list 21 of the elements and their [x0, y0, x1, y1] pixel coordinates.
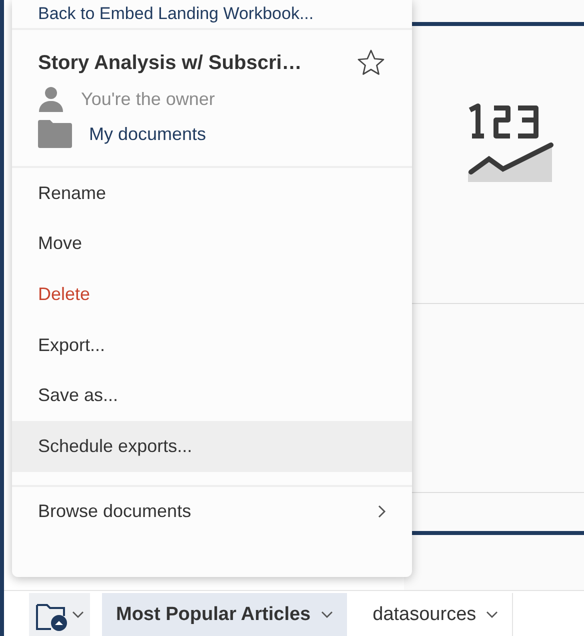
person-icon: [38, 86, 64, 112]
sheet-tab[interactable]: Most Popular Articles: [102, 593, 347, 636]
caret-icon: [72, 610, 84, 618]
star-icon[interactable]: [356, 48, 386, 78]
owner-label: You're the owner: [81, 88, 215, 110]
menu-item[interactable]: Export...: [12, 320, 412, 370]
folder-dropdown-button[interactable]: [29, 593, 90, 636]
menu-item[interactable]: Save as...: [12, 370, 412, 421]
folder-icon: [38, 120, 72, 148]
document-title: Story Analysis w/ Subscri…: [38, 52, 302, 74]
menu-item[interactable]: Schedule exports...: [12, 420, 412, 472]
caret-icon: [320, 610, 333, 618]
menu-item[interactable]: Move: [12, 218, 412, 270]
folder-link[interactable]: My documents: [89, 124, 206, 144]
menu-item[interactable]: Rename: [12, 168, 412, 219]
sheet-tab[interactable]: datasources: [358, 593, 514, 636]
menu-item[interactable]: Delete: [12, 269, 412, 320]
chevron-right-icon: [378, 505, 386, 518]
menu-item[interactable]: Browse documents: [12, 486, 412, 538]
back-link[interactable]: Back to Embed Landing Workbook...: [38, 3, 314, 25]
caret-icon: [486, 610, 498, 618]
